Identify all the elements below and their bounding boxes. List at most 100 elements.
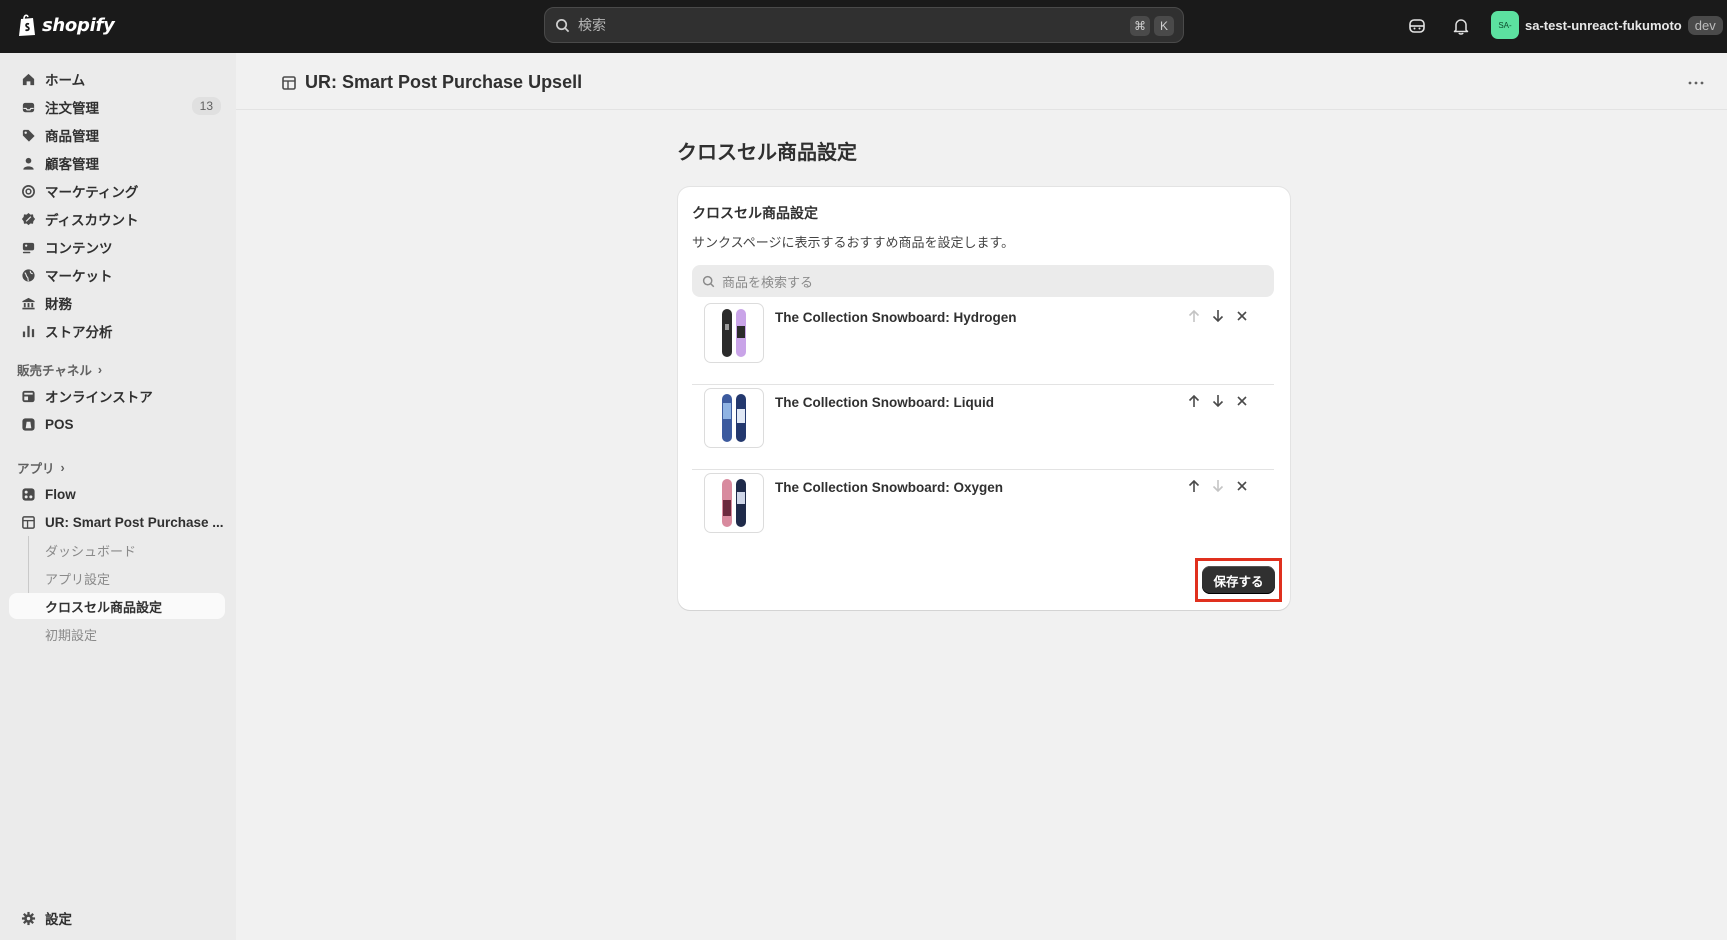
subitem-dashboard[interactable]: ダッシュボード [9,537,225,563]
bank-icon [20,295,36,311]
remove-button[interactable] [1232,306,1252,326]
arrow-down-icon [1212,395,1224,408]
subitem-initial-setup[interactable]: 初期設定 [9,621,225,647]
avatar: SA- [1491,11,1519,39]
sidekick-button[interactable] [1405,14,1429,38]
remove-button[interactable] [1232,391,1252,411]
sidebar-item-customers[interactable]: 顧客管理 [9,150,225,176]
close-icon [1237,481,1247,491]
pos-icon [20,416,36,432]
search-icon [702,275,715,287]
cmd-key: ⌘ [1130,16,1150,36]
top-bar: shopify 検索 ⌘ K SA- sa-test-unreact-fukum… [0,0,1727,53]
tag-icon [20,127,36,143]
apps-header[interactable]: アプリ › [17,458,65,477]
person-icon [20,155,36,171]
card-description: サンクスページに表示するおすすめ商品を設定します。 [692,235,1015,250]
page-title: クロスセル商品設定 [677,142,857,164]
app-title: UR: Smart Post Purchase Upsell [281,72,582,93]
snowboard-image [722,479,746,527]
card-title: クロスセル商品設定 [692,205,818,221]
search-placeholder: 商品を検索する [722,274,814,290]
sidebar-item-finance[interactable]: 財務 [9,290,225,316]
arrow-up-icon [1188,479,1200,492]
k-key: K [1154,16,1174,36]
sidebar-item-online-store[interactable]: オンラインストア [9,383,225,409]
dev-badge: dev [1687,15,1723,35]
store-icon [20,388,36,404]
product-row: The Collection Snowboard: Liquid [692,385,1274,470]
remove-button[interactable] [1232,476,1252,496]
product-thumbnail[interactable] [704,388,764,448]
target-icon [20,183,36,199]
notifications-button[interactable] [1449,14,1473,38]
discount-icon [20,211,36,227]
sidebar: ホーム 注文管理 13 商品管理 顧客管理 マーケティング ディスカウント コン… [0,53,236,940]
globe-icon [20,267,36,283]
save-button[interactable]: 保存する [1202,566,1275,594]
bell-icon [1453,18,1469,35]
orders-count-badge: 13 [191,97,221,115]
arrow-up-icon [1188,394,1200,407]
subitem-app-settings[interactable]: アプリ設定 [9,565,225,591]
product-thumbnail[interactable] [704,473,764,533]
chevron-right-icon: › [60,460,65,475]
account-menu[interactable]: SA- sa-test-unreact-fukumoto dev [1491,11,1723,39]
cross-sell-card: クロスセル商品設定 サンクスページに表示するおすすめ商品を設定します。 商品を検… [678,187,1290,610]
move-up-button[interactable] [1184,476,1204,496]
sidebar-item-orders[interactable]: 注文管理 13 [9,94,225,120]
arrow-up-icon [1188,309,1200,322]
snowboard-image [722,309,746,357]
account-name: sa-test-unreact-fukumoto [1525,17,1682,33]
sidebar-item-products[interactable]: 商品管理 [9,122,225,148]
flow-icon [20,486,36,502]
shopify-logo[interactable]: shopify [17,13,115,37]
product-search-input[interactable]: 商品を検索する [692,265,1274,297]
global-search[interactable]: 検索 ⌘ K [544,7,1184,43]
sidebar-item-analytics[interactable]: ストア分析 [9,318,225,344]
sidebar-item-discounts[interactable]: ディスカウント [9,206,225,232]
product-name: The Collection Snowboard: Liquid [775,395,994,410]
app-icon [20,514,36,530]
sidebar-item-settings[interactable]: 設定 [9,905,225,931]
sidekick-icon [1409,19,1425,33]
move-down-button[interactable] [1208,476,1228,496]
sales-channels-header[interactable]: 販売チャネル › [17,360,102,379]
sidebar-item-marketing[interactable]: マーケティング [9,178,225,204]
sidebar-item-content[interactable]: コンテンツ [9,234,225,260]
product-name: The Collection Snowboard: Hydrogen [775,310,1017,325]
sidebar-item-pos[interactable]: POS [9,411,225,437]
move-down-button[interactable] [1208,306,1228,326]
product-thumbnail[interactable] [704,303,764,363]
snowboard-image [722,394,746,442]
sidebar-item-home[interactable]: ホーム [9,66,225,92]
arrow-down-icon [1212,310,1224,323]
gear-icon [20,910,36,926]
move-up-button[interactable] [1184,306,1204,326]
product-row: The Collection Snowboard: Hydrogen [692,300,1274,385]
ellipsis-icon [1688,81,1704,85]
subitem-cross-sell[interactable]: クロスセル商品設定 [9,593,225,619]
shopify-bag-icon [19,14,35,36]
close-icon [1237,396,1247,406]
move-up-button[interactable] [1184,391,1204,411]
chevron-right-icon: › [97,362,103,377]
home-icon [20,71,36,87]
search-icon [556,18,570,32]
search-placeholder: 検索 [578,17,606,33]
chart-icon [20,323,36,339]
arrow-down-icon [1212,480,1224,493]
content-icon [20,239,36,255]
product-row: The Collection Snowboard: Oxygen [692,470,1274,555]
move-down-button[interactable] [1208,391,1228,411]
save-button-highlight: 保存する [1195,558,1282,602]
more-actions-button[interactable] [1684,71,1708,95]
logo-text: shopify [42,14,115,36]
product-name: The Collection Snowboard: Oxygen [775,480,1004,495]
inbox-icon [20,99,36,115]
close-icon [1237,311,1247,321]
app-icon [282,75,296,90]
sidebar-item-flow[interactable]: Flow [9,481,225,507]
sidebar-item-upsell-app[interactable]: UR: Smart Post Purchase ... [9,509,225,535]
sidebar-item-markets[interactable]: マーケット [9,262,225,288]
